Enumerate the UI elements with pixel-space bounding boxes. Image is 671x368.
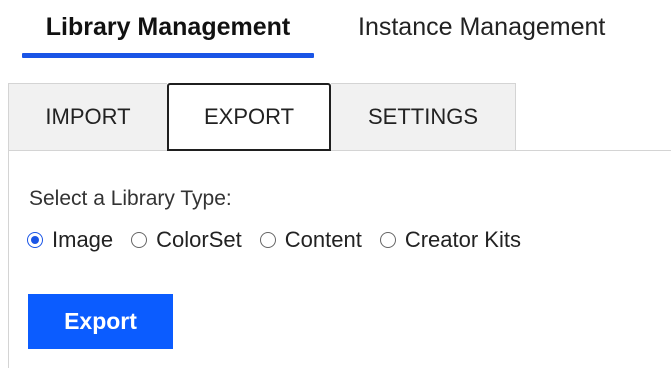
- top-navigation: Library Management Instance Management: [22, 0, 605, 58]
- library-type-label: Select a Library Type:: [29, 187, 232, 210]
- tab-instance-management[interactable]: Instance Management: [358, 0, 605, 58]
- radio-option-image[interactable]: Image: [27, 227, 113, 253]
- tab-export[interactable]: EXPORT: [167, 83, 331, 151]
- radio-unchecked-icon[interactable]: [259, 232, 276, 248]
- radio-option-creator-kits[interactable]: Creator Kits: [379, 227, 521, 253]
- tab-library-management[interactable]: Library Management: [22, 0, 314, 58]
- sub-tab-bar: IMPORT EXPORT SETTINGS: [8, 83, 516, 151]
- radio-label-content: Content: [284, 227, 362, 252]
- radio-label-image: Image: [52, 227, 114, 252]
- radio-checked-icon[interactable]: [27, 232, 43, 248]
- library-management-page: Library Management Instance Management I…: [0, 0, 671, 368]
- radio-option-content[interactable]: Content: [259, 227, 362, 253]
- tab-import[interactable]: IMPORT: [8, 83, 167, 150]
- radio-unchecked-icon[interactable]: [131, 232, 148, 248]
- library-type-radio-group: Image ColorSet Content Creator Kits: [27, 227, 539, 253]
- radio-option-colorset[interactable]: ColorSet: [131, 227, 242, 253]
- tab-settings[interactable]: SETTINGS: [331, 83, 516, 150]
- radio-label-creator-kits: Creator Kits: [404, 227, 521, 252]
- radio-label-colorset: ColorSet: [156, 227, 242, 252]
- radio-unchecked-icon[interactable]: [379, 232, 396, 248]
- export-panel: Select a Library Type: Image ColorSet Co…: [8, 150, 671, 368]
- export-button[interactable]: Export: [28, 294, 173, 349]
